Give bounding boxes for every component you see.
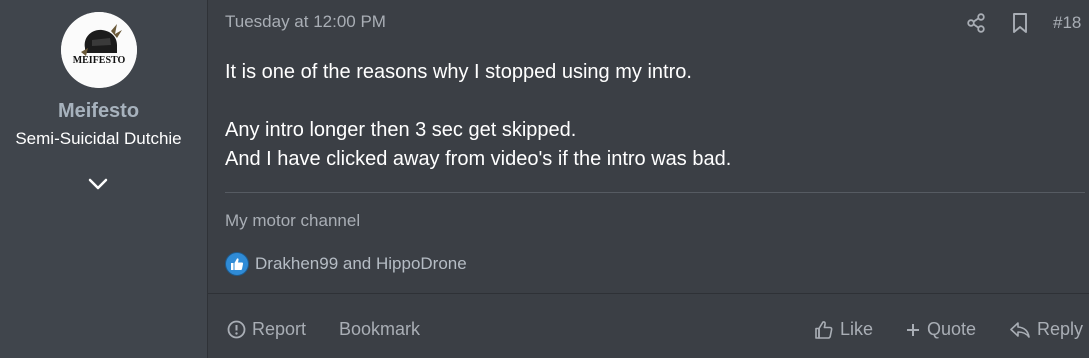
avatar-logo-icon: MEIFESTO xyxy=(61,12,137,88)
post-main: Tuesday at 12:00 PM #18 It is one of the xyxy=(208,0,1089,358)
chevron-down-icon[interactable] xyxy=(86,175,110,193)
avatar[interactable]: MEIFESTO xyxy=(61,12,137,88)
bookmark-button[interactable]: Bookmark xyxy=(339,319,420,340)
bookmark-icon[interactable] xyxy=(1010,12,1030,34)
post-paragraph: It is one of the reasons why I stopped u… xyxy=(225,61,692,83)
signature-divider xyxy=(225,192,1085,193)
bookmark-label: Bookmark xyxy=(339,319,421,339)
reactions-bar: Drakhen99 and HippoDrone xyxy=(225,252,467,276)
post-paragraph: Any intro longer then 3 sec get skipped. xyxy=(225,119,577,141)
reply-icon xyxy=(1010,321,1030,338)
like-label: Like xyxy=(840,319,874,339)
reaction-users[interactable]: Drakhen99 and HippoDrone xyxy=(255,254,467,274)
report-button[interactable]: Report xyxy=(227,319,306,340)
alert-circle-icon xyxy=(227,320,246,339)
forum-post: MEIFESTO Meifesto Semi-Suicidal Dutchie … xyxy=(0,0,1089,358)
svg-text:MEIFESTO: MEIFESTO xyxy=(73,55,126,66)
like-button[interactable]: Like xyxy=(814,319,873,340)
report-label: Report xyxy=(252,319,307,339)
reply-button[interactable]: Reply xyxy=(1009,319,1083,340)
post-date[interactable]: Tuesday at 12:00 PM xyxy=(225,12,386,32)
post-number[interactable]: #18 xyxy=(1053,13,1081,33)
share-icon[interactable] xyxy=(965,12,987,34)
username[interactable]: Meifesto xyxy=(0,100,197,123)
quote-button[interactable]: Quote xyxy=(905,319,976,340)
post-paragraph: And I have clicked away from video's if … xyxy=(225,148,732,170)
post-footer: Report Bookmark Like Quote Reply xyxy=(208,300,1089,358)
signature-link[interactable]: My motor channel xyxy=(225,211,360,231)
user-sidebar: MEIFESTO Meifesto Semi-Suicidal Dutchie xyxy=(0,0,208,358)
footer-divider xyxy=(208,293,1089,294)
thumbs-up-icon xyxy=(225,252,249,276)
post-body: It is one of the reasons why I stopped u… xyxy=(225,58,1075,174)
reply-label: Reply xyxy=(1037,319,1084,339)
quote-label: Quote xyxy=(927,319,977,339)
user-title: Semi-Suicidal Dutchie xyxy=(15,129,182,148)
thumbs-up-icon xyxy=(815,320,833,339)
plus-icon xyxy=(907,323,919,336)
